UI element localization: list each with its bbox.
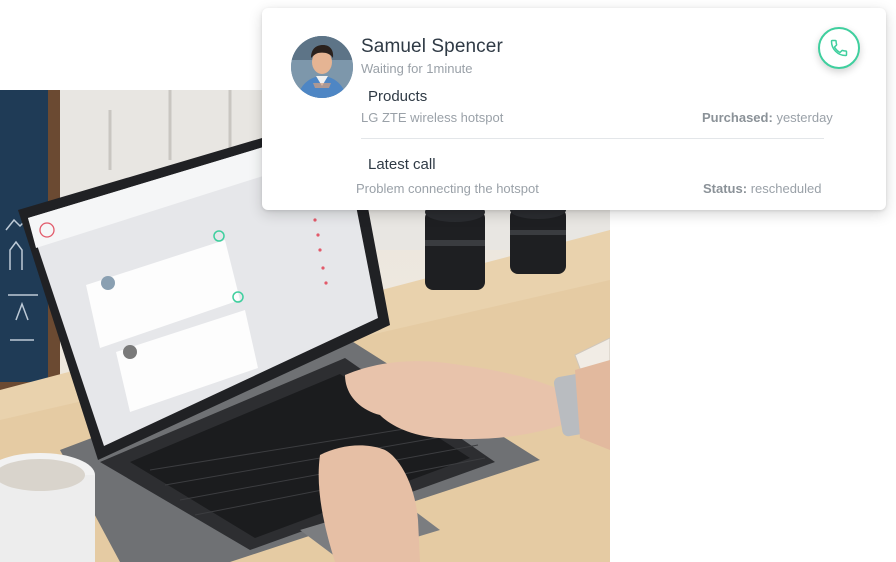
caller-name: Samuel Spencer — [361, 36, 503, 57]
latest-call-heading: Latest call — [368, 156, 436, 173]
caller-wait-status: Waiting for 1minute — [361, 61, 473, 76]
call-button[interactable] — [818, 27, 860, 69]
avatar-image — [291, 36, 353, 98]
section-divider — [361, 138, 824, 139]
call-status-label: Status: — [703, 181, 748, 196]
phone-icon — [830, 39, 848, 57]
call-status-meta: Status: rescheduled — [703, 181, 822, 196]
purchased-meta: Purchased: yesterday — [702, 110, 833, 125]
avatar — [291, 36, 353, 98]
purchased-value: yesterday — [776, 110, 833, 125]
product-name: LG ZTE wireless hotspot — [361, 110, 504, 125]
latest-call-description: Problem connecting the hotspot — [356, 181, 539, 196]
purchased-label: Purchased: — [702, 110, 773, 125]
caller-card: Samuel Spencer Waiting for 1minute Produ… — [262, 8, 886, 210]
call-status-value: rescheduled — [750, 181, 822, 196]
products-heading: Products — [368, 88, 428, 105]
